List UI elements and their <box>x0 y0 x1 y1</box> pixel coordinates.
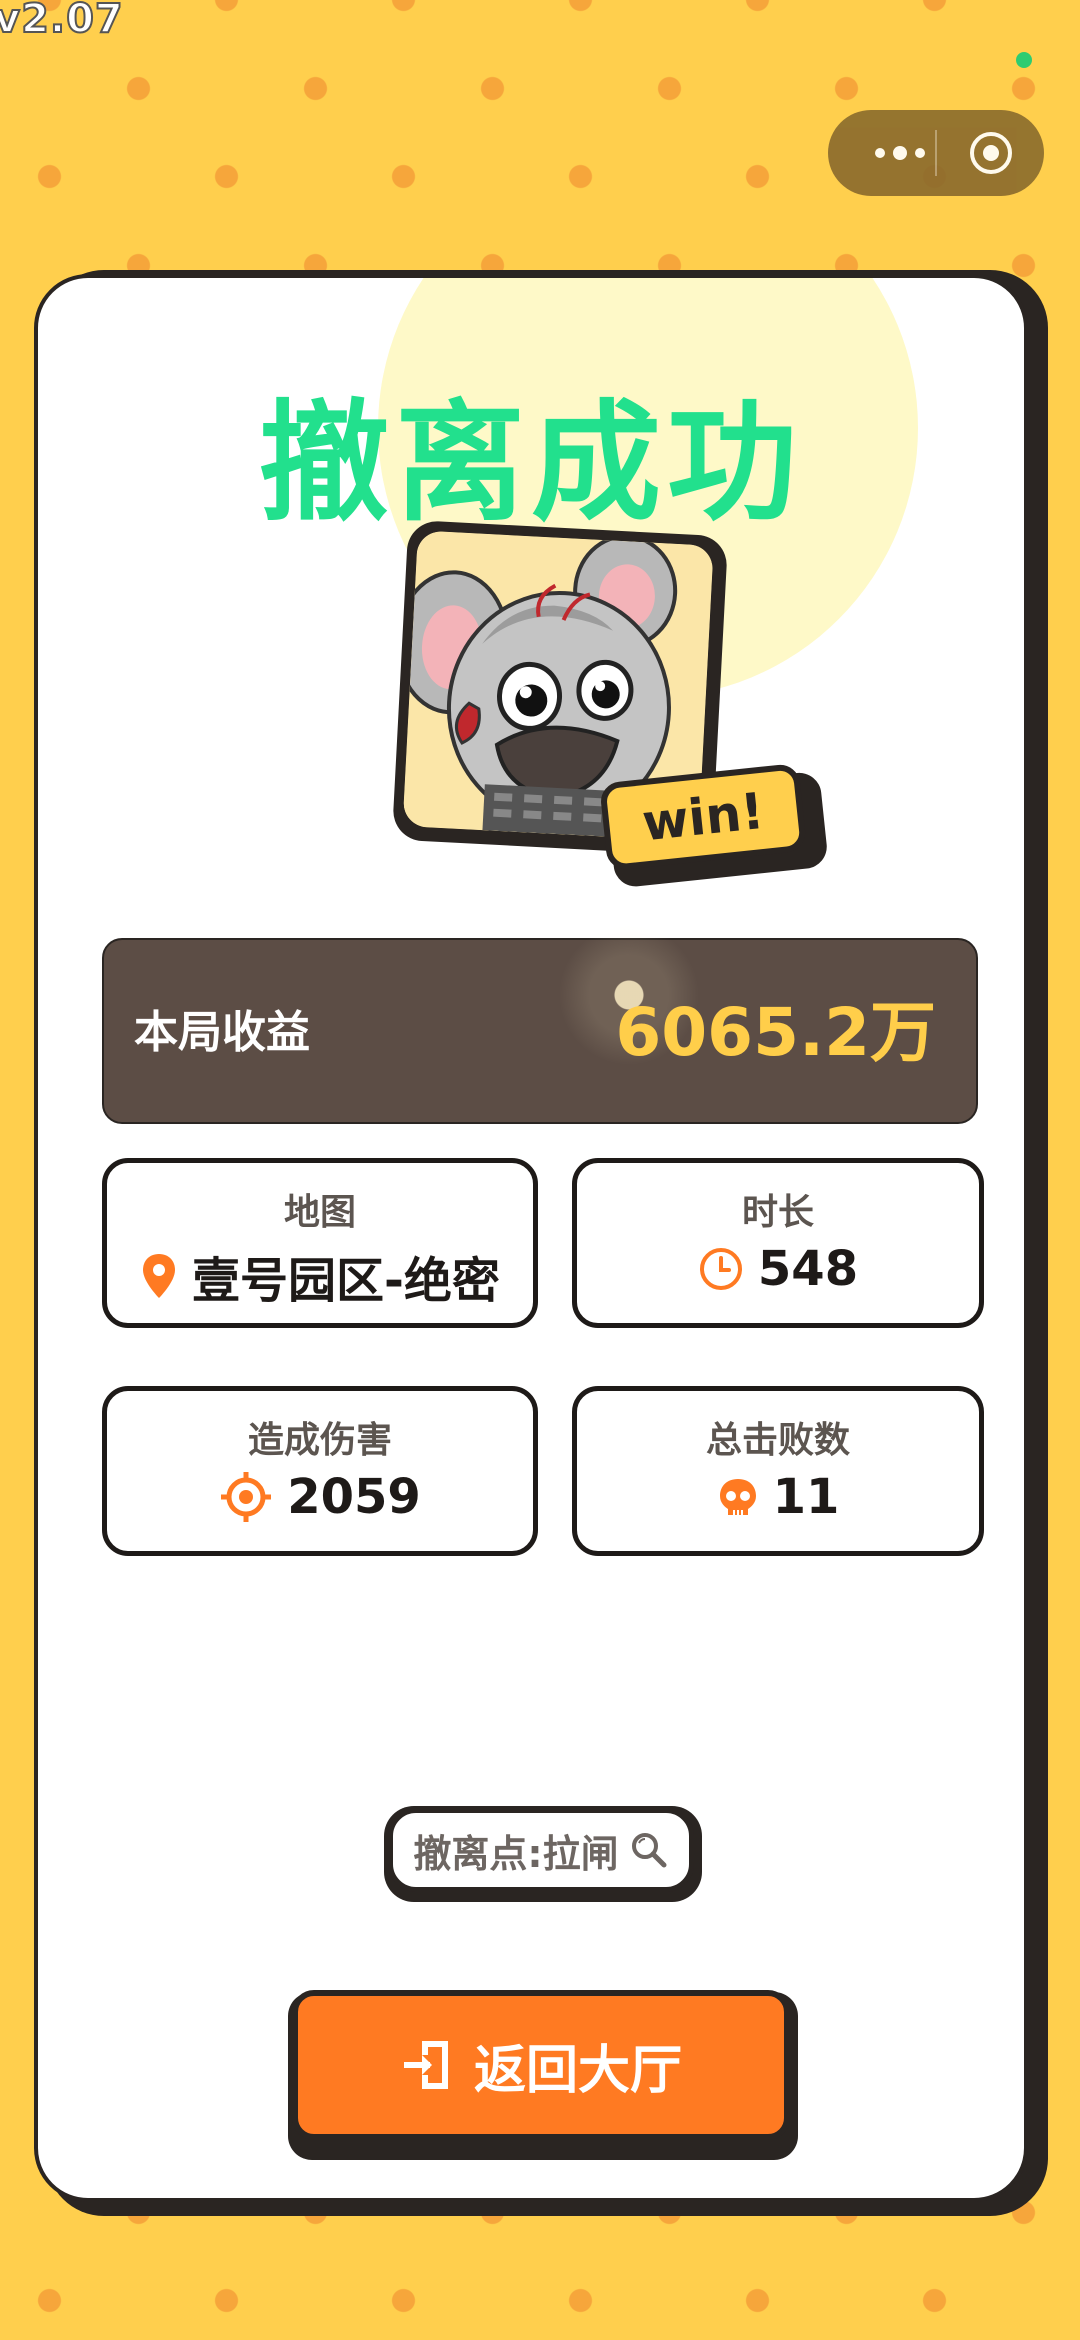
menu-dot-icon <box>915 148 925 158</box>
stat-damage-label: 造成伤害 <box>247 1420 392 1461</box>
menu-dot-icon <box>893 146 907 160</box>
location-pin-icon <box>143 1254 176 1298</box>
back-to-lobby-button[interactable]: 返回大厅 <box>292 1990 790 2140</box>
stat-duration-value: 548 <box>757 1241 859 1297</box>
stat-map-label: 地图 <box>283 1192 356 1233</box>
stat-kills: 总击败数 11 <box>572 1386 984 1556</box>
menu-dot-icon <box>875 148 885 158</box>
search-icon <box>631 1833 667 1868</box>
exit-point-label: 撤离点:拉闸 <box>413 1831 619 1876</box>
stat-map: 地图 壹号园区-绝密 <box>102 1158 538 1328</box>
clock-icon <box>699 1248 742 1290</box>
stat-kills-label: 总击败数 <box>705 1420 850 1461</box>
stat-map-value: 壹号园区-绝密 <box>192 1253 500 1309</box>
miniprogram-capsule <box>828 110 1044 196</box>
exit-door-icon <box>403 2041 448 2089</box>
page-title: 撤离成功 <box>258 387 803 539</box>
stat-map-value-row: 壹号园区-绝密 <box>107 1241 533 1311</box>
more-menu-button[interactable] <box>860 138 940 168</box>
skull-icon <box>719 1479 756 1515</box>
result-card: 撤离成功 win! 本局收益 6065.2万 地图 壹号园区-绝密 时长 548… <box>34 274 1028 2202</box>
earnings-label: 本局收益 <box>134 1007 310 1058</box>
win-badge: win! <box>599 761 829 889</box>
stat-kills-value-row: 11 <box>577 1469 979 1525</box>
stat-kills-value: 11 <box>772 1469 840 1525</box>
exit-point-button[interactable]: 撤离点:拉闸 <box>384 1806 702 1902</box>
stat-duration-label: 时长 <box>741 1192 814 1233</box>
earnings-value: 6065.2万 <box>615 994 936 1071</box>
status-dot <box>1016 52 1032 68</box>
stat-duration: 时长 548 <box>572 1158 984 1328</box>
back-to-lobby-label: 返回大厅 <box>473 2040 682 2101</box>
crosshair-icon <box>221 1472 272 1522</box>
stat-damage-value-row: 2059 <box>107 1469 533 1525</box>
earnings-panel: 本局收益 6065.2万 <box>102 920 978 1124</box>
stat-damage: 造成伤害 2059 <box>102 1386 538 1556</box>
version-label: v2.07 <box>0 0 124 43</box>
exit-point-inner: 撤离点:拉闸 <box>388 1808 694 1892</box>
stat-duration-value-row: 548 <box>577 1241 979 1297</box>
capsule-divider <box>935 130 937 176</box>
stat-damage-value: 2059 <box>287 1469 421 1525</box>
close-miniprogram-icon[interactable] <box>968 130 1014 176</box>
